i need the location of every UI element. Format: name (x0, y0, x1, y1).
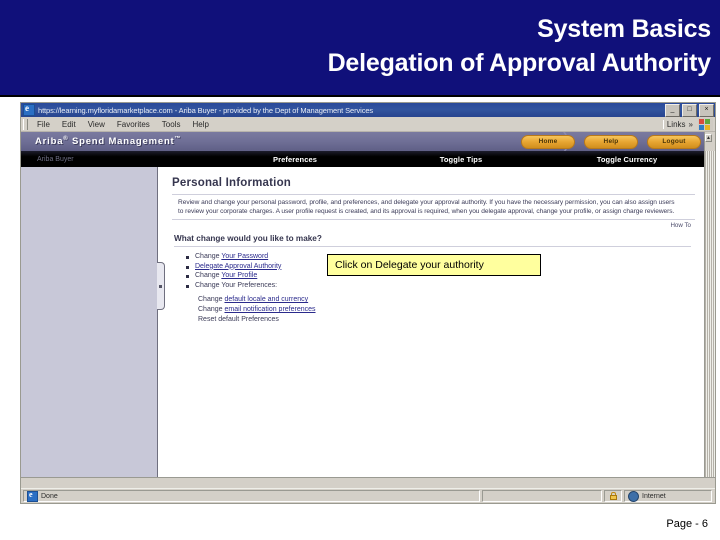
page-document-icon (27, 490, 38, 502)
registered-mark-icon: ® (63, 135, 69, 142)
browser-titlebar: https://learning.myfloridamarketplace.co… (21, 103, 715, 117)
option-prefix: Change (195, 253, 222, 261)
menu-item-view[interactable]: View (82, 120, 111, 129)
slide-title-line-2: Delegation of Approval Authority (327, 49, 712, 77)
window-controls: _ □ × (665, 103, 714, 117)
menu-item-favorites[interactable]: Favorites (111, 120, 156, 129)
option-label: Change Your Preferences: (195, 281, 278, 289)
browser-window: https://learning.myfloridamarketplace.co… (20, 102, 716, 504)
nav-item-toggle-tips[interactable]: Toggle Tips (378, 155, 544, 164)
scroll-up-arrow-icon[interactable]: ▲ (705, 134, 712, 142)
status-secondary-pane (482, 490, 602, 502)
sidebar-handle-grip-icon (159, 285, 162, 288)
ariba-brand-banner: Ariba® Spend Management™ Home Help Logou… (21, 132, 715, 151)
list-item: Change default locale and currency (198, 295, 715, 305)
navbar-scrollbar-track[interactable] (704, 151, 715, 167)
suboption-prefix: Change (198, 296, 225, 304)
ariba-banner-buttons: Home Help Logout (521, 134, 701, 149)
page-intro-text: Review and change your personal password… (178, 199, 675, 215)
slide-footer-page-number: Page - 6 (666, 518, 708, 530)
suboption-label: Reset default Preferences (198, 316, 279, 324)
page-intro-box: Review and change your personal password… (172, 194, 695, 221)
trademark-mark-icon: ™ (174, 135, 182, 142)
logout-button[interactable]: Logout (647, 134, 701, 149)
slide-title-line-1: System Basics (537, 15, 711, 43)
horizontal-scrollbar[interactable] (21, 477, 715, 488)
secure-lock-icon (609, 492, 617, 500)
ie-brand-logo-icon (698, 117, 713, 131)
minimize-button[interactable]: _ (665, 103, 680, 117)
ariba-logo: Ariba® Spend Management™ (21, 136, 181, 147)
email-notification-preferences-link[interactable]: email notification preferences (224, 306, 315, 313)
section-question: What change would you like to make? (174, 234, 691, 248)
menu-item-edit[interactable]: Edit (56, 120, 82, 129)
browser-statusbar: Done Internet (21, 488, 715, 503)
menu-item-help[interactable]: Help (186, 120, 214, 129)
restore-button[interactable]: □ (682, 103, 697, 117)
close-button[interactable]: × (699, 103, 714, 117)
internet-zone-icon (628, 490, 639, 502)
option-prefix: Change (195, 272, 222, 280)
brand-product: Spend Management (71, 136, 175, 148)
ie-document-icon (23, 103, 35, 116)
page-body: Personal Information Review and change y… (21, 167, 715, 490)
menu-item-tools[interactable]: Tools (156, 120, 187, 129)
status-message-pane: Done (23, 490, 480, 502)
status-zone-pane: Internet (624, 490, 712, 502)
left-sidebar-panel (21, 167, 158, 480)
sidebar-collapse-handle[interactable] (157, 262, 165, 310)
chevron-right-icon: » (688, 119, 693, 129)
menubar-grip[interactable] (23, 118, 28, 130)
brand-name: Ariba (35, 136, 64, 148)
suboptions-list: Change default locale and currency Chang… (198, 295, 715, 325)
default-locale-currency-link[interactable]: default locale and currency (224, 296, 308, 303)
browser-title-text: https://learning.myfloridamarketplace.co… (38, 105, 374, 115)
menu-item-file[interactable]: File (31, 120, 56, 129)
page-title: Personal Information (172, 177, 292, 189)
list-item: Change email notification preferences (198, 305, 715, 315)
list-item: Change Your Preferences: (186, 281, 715, 291)
how-to-link[interactable]: How To (172, 222, 691, 229)
app-navbar: Ariba Buyer Preferences Toggle Tips Togg… (21, 151, 715, 167)
change-password-link[interactable]: Your Password (221, 253, 268, 260)
status-zone-text: Internet (642, 492, 666, 500)
content-scrollbar-track[interactable] (704, 167, 715, 480)
help-button[interactable]: Help (584, 134, 638, 149)
links-label: Links (666, 119, 686, 129)
nav-item-toggle-currency[interactable]: Toggle Currency (544, 155, 710, 164)
page-content: Personal Information Review and change y… (158, 167, 715, 490)
browser-menubar: File Edit View Favorites Tools Help Link… (21, 117, 715, 132)
suboption-prefix: Change (198, 306, 225, 314)
scrollbar-up-region[interactable]: ▲ (704, 132, 715, 151)
nav-item-preferences[interactable]: Preferences (212, 155, 378, 164)
slide-title-banner: System Basics Delegation of Approval Aut… (0, 0, 720, 97)
home-button[interactable]: Home (521, 134, 575, 149)
status-security-pane (604, 490, 622, 502)
navbar-left-label: Ariba Buyer (37, 155, 74, 163)
change-profile-link[interactable]: Your Profile (221, 272, 257, 279)
links-bar-button[interactable]: Links » (662, 119, 696, 129)
callout-annotation: Click on Delegate your authority (327, 254, 541, 276)
list-item: Reset default Preferences (198, 315, 715, 325)
status-text: Done (41, 492, 58, 500)
delegate-approval-authority-link[interactable]: Delegate Approval Authority (195, 263, 281, 270)
